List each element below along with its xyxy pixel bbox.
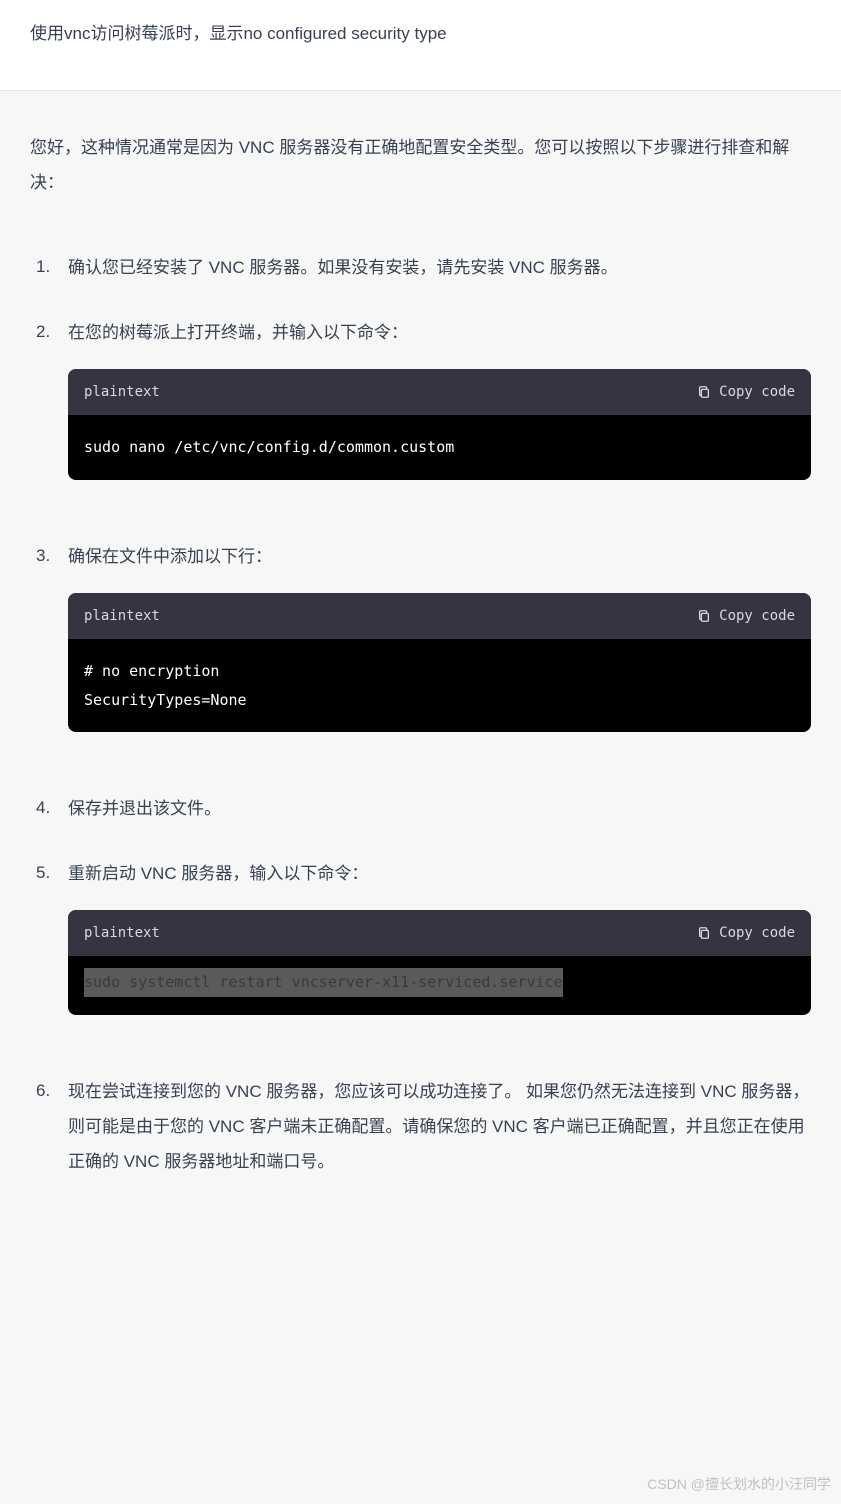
copy-code-button[interactable]: Copy code bbox=[697, 920, 795, 947]
code-body[interactable]: # no encryption SecurityTypes=None bbox=[68, 639, 811, 732]
copy-label: Copy code bbox=[719, 603, 795, 630]
code-block-wrap: plaintext Copy code sudo nano /etc/vn bbox=[68, 369, 811, 480]
code-block: plaintext Copy code sudo systemctl re bbox=[68, 910, 811, 1015]
answer-intro: 您好，这种情况通常是因为 VNC 服务器没有正确地配置安全类型。您可以按照以下步… bbox=[30, 131, 811, 201]
code-lang: plaintext bbox=[84, 920, 160, 947]
code-body[interactable]: sudo nano /etc/vnc/config.d/common.custo… bbox=[68, 415, 811, 480]
code-block: plaintext Copy code sudo nano /etc/vn bbox=[68, 369, 811, 480]
step-text: 重新启动 VNC 服务器，输入以下命令： bbox=[68, 857, 811, 892]
question-section: 使用vnc访问树莓派时，显示no configured security typ… bbox=[0, 0, 841, 91]
code-lang: plaintext bbox=[84, 603, 160, 630]
step-item: 确保在文件中添加以下行： plaintext Copy code bbox=[30, 540, 811, 732]
code-block: plaintext Copy code # no encryption S bbox=[68, 593, 811, 733]
step-text: 确保在文件中添加以下行： bbox=[68, 540, 811, 575]
clipboard-icon bbox=[697, 609, 711, 623]
clipboard-icon bbox=[697, 385, 711, 399]
code-lang: plaintext bbox=[84, 379, 160, 406]
code-block-wrap: plaintext Copy code sudo systemctl re bbox=[68, 910, 811, 1015]
watermark: CSDN @擅长划水的小汪同学 bbox=[647, 1471, 831, 1498]
step-item: 保存并退出该文件。 bbox=[30, 792, 811, 827]
clipboard-icon bbox=[697, 926, 711, 940]
step-item: 确认您已经安装了 VNC 服务器。如果没有安装，请先安装 VNC 服务器。 bbox=[30, 251, 811, 286]
step-item: 现在尝试连接到您的 VNC 服务器，您应该可以成功连接了。 如果您仍然无法连接到… bbox=[30, 1075, 811, 1180]
step-item: 重新启动 VNC 服务器，输入以下命令： plaintext C bbox=[30, 857, 811, 1015]
code-body[interactable]: sudo systemctl restart vncserver-x11-ser… bbox=[68, 956, 811, 1015]
step-text: 保存并退出该文件。 bbox=[68, 792, 811, 827]
step-item: 在您的树莓派上打开终端，并输入以下命令： plaintext C bbox=[30, 316, 811, 480]
step-text: 在您的树莓派上打开终端，并输入以下命令： bbox=[68, 316, 811, 351]
step-text: 确认您已经安装了 VNC 服务器。如果没有安装，请先安装 VNC 服务器。 bbox=[68, 251, 811, 286]
code-header: plaintext Copy code bbox=[68, 369, 811, 416]
answer-section: 您好，这种情况通常是因为 VNC 服务器没有正确地配置安全类型。您可以按照以下步… bbox=[0, 91, 841, 1239]
steps-list: 确认您已经安装了 VNC 服务器。如果没有安装，请先安装 VNC 服务器。 在您… bbox=[30, 251, 811, 1180]
copy-label: Copy code bbox=[719, 379, 795, 406]
step-text: 现在尝试连接到您的 VNC 服务器，您应该可以成功连接了。 如果您仍然无法连接到… bbox=[68, 1075, 811, 1180]
copy-code-button[interactable]: Copy code bbox=[697, 603, 795, 630]
code-block-wrap: plaintext Copy code # no encryption S bbox=[68, 593, 811, 733]
question-text: 使用vnc访问树莓派时，显示no configured security typ… bbox=[30, 18, 811, 50]
code-highlight: sudo systemctl restart vncserver-x11-ser… bbox=[84, 968, 563, 997]
code-header: plaintext Copy code bbox=[68, 910, 811, 957]
code-header: plaintext Copy code bbox=[68, 593, 811, 640]
copy-code-button[interactable]: Copy code bbox=[697, 379, 795, 406]
copy-label: Copy code bbox=[719, 920, 795, 947]
